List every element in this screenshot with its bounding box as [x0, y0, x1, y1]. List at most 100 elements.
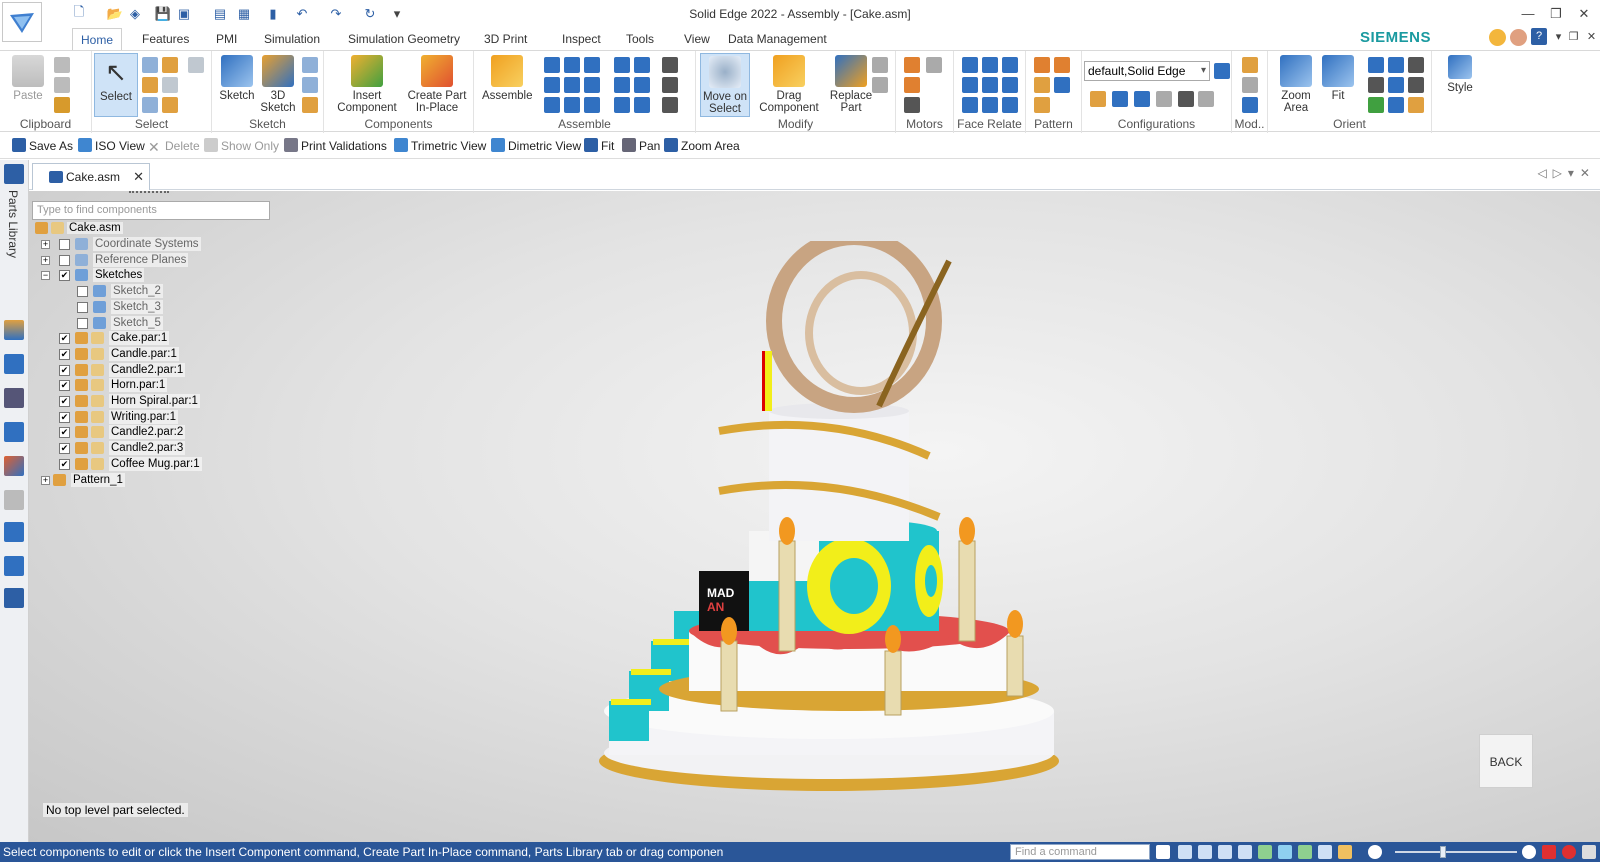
assemble-tool-11-icon[interactable] — [634, 77, 650, 93]
face-relate-9-icon[interactable] — [1002, 97, 1018, 113]
face-relate-7-icon[interactable] — [962, 97, 978, 113]
tab-inspect[interactable]: Inspect — [554, 28, 609, 50]
tree-checkbox[interactable]: ✔ — [59, 348, 70, 360]
doc-close-icon[interactable]: ✕ — [1583, 29, 1600, 46]
view-1-icon[interactable] — [1218, 845, 1232, 859]
show-only-button[interactable]: Show Only — [204, 137, 279, 155]
select-box-icon[interactable] — [162, 77, 178, 93]
pan-button[interactable]: Pan — [622, 137, 660, 155]
zoom-in-icon[interactable] — [1198, 845, 1212, 859]
zoom-slider[interactable] — [1395, 851, 1517, 853]
select-button[interactable]: ↖ Select — [94, 53, 138, 117]
fit-quick-button[interactable]: Fit — [584, 137, 614, 155]
smiley-icon[interactable] — [1489, 29, 1506, 46]
select-filter-icon[interactable] — [142, 77, 158, 93]
view-4-icon[interactable] — [1278, 845, 1292, 859]
mod-1-icon[interactable] — [1242, 57, 1258, 73]
assemble-tool-12-icon[interactable] — [662, 77, 678, 93]
feature-library-icon[interactable] — [4, 354, 24, 374]
copy-icon[interactable] — [54, 77, 70, 93]
tree-checkbox[interactable] — [77, 317, 88, 329]
assemble-tool-16-icon[interactable] — [614, 97, 630, 113]
select-tools-icon[interactable] — [142, 57, 158, 73]
tab-features[interactable]: Features — [134, 28, 197, 50]
app-logo-icon[interactable] — [2, 2, 42, 42]
tree-checkbox[interactable]: ✔ — [59, 396, 70, 407]
frown-icon[interactable] — [1510, 29, 1527, 46]
3d-sketch-button[interactable]: 3D Sketch — [258, 53, 298, 117]
tree-expander-icon[interactable]: + — [41, 475, 50, 485]
assemble-button[interactable]: Assemble — [482, 53, 533, 117]
tree-checkbox[interactable]: ✔ — [59, 364, 70, 376]
assemble-tool-18-icon[interactable] — [662, 97, 678, 113]
orient-3-icon[interactable] — [1408, 77, 1424, 93]
parts-library-icon[interactable] — [4, 164, 24, 184]
orient-2-icon[interactable] — [1388, 77, 1404, 93]
colors-icon[interactable] — [4, 456, 24, 476]
face-relate-5-icon[interactable] — [982, 77, 998, 93]
back-button[interactable]: BACK — [1479, 734, 1533, 788]
query-icon[interactable] — [188, 57, 204, 73]
tab-view[interactable]: View — [676, 28, 718, 50]
doc-restore-icon[interactable]: ❐ — [1565, 29, 1582, 46]
assemble-tool-3-icon[interactable] — [584, 57, 600, 73]
pattern-3-icon[interactable] — [1034, 77, 1050, 93]
face-relate-1-icon[interactable] — [962, 57, 978, 73]
select-group-icon[interactable] — [162, 97, 178, 113]
go-arrow-icon[interactable] — [1156, 845, 1170, 859]
fit-button[interactable]: Fit — [1320, 53, 1356, 117]
move-on-select-button[interactable]: Move on Select — [700, 53, 750, 117]
motor-2-icon[interactable] — [926, 57, 942, 73]
cake-model[interactable]: MAD AN — [549, 241, 1109, 801]
tree-checkbox[interactable]: ✔ — [59, 411, 70, 423]
tab-data-management[interactable]: Data Management — [720, 28, 835, 50]
tree-checkbox[interactable]: ✔ — [59, 443, 70, 455]
record-stop-icon[interactable] — [1562, 845, 1576, 859]
insert-component-button[interactable]: Insert Component — [334, 53, 400, 117]
assemble-tool-6-icon[interactable] — [662, 57, 678, 73]
format-painter-icon[interactable] — [54, 97, 70, 113]
tab-pmi[interactable]: PMI — [208, 28, 245, 50]
pattern-5-icon[interactable] — [1034, 97, 1050, 113]
relationship-icon[interactable] — [4, 556, 24, 576]
orient-5-icon[interactable] — [1388, 97, 1404, 113]
motor-3-icon[interactable] — [904, 77, 920, 93]
zoom-area-quick-button[interactable]: Zoom Area — [664, 137, 740, 155]
orient-6-icon[interactable] — [1408, 97, 1424, 113]
parts-library-tab[interactable]: Parts Library — [6, 190, 20, 258]
config-5-icon[interactable] — [1198, 91, 1214, 107]
tree-checkbox[interactable]: ✔ — [59, 333, 70, 345]
pathfinder-grip[interactable] — [129, 191, 169, 194]
orient-1-icon[interactable] — [1408, 57, 1424, 73]
tree-checkbox[interactable] — [77, 286, 88, 298]
close-icon[interactable]: ✕ — [1572, 4, 1596, 24]
tree-root[interactable]: Cake.asm — [35, 221, 123, 236]
minimize-icon[interactable]: — — [1516, 4, 1540, 24]
modify-tool-2-icon[interactable] — [872, 77, 888, 93]
mod-3-icon[interactable] — [1242, 97, 1258, 113]
tree-checkbox[interactable] — [59, 254, 70, 266]
link-icon[interactable] — [4, 490, 24, 510]
close-tab-icon[interactable]: ✕ — [133, 164, 144, 190]
select-parts-icon[interactable] — [162, 57, 178, 73]
document-tab[interactable]: Cake.asm ✕ — [32, 163, 150, 190]
sketch-button[interactable]: Sketch — [218, 53, 256, 117]
camera-icon[interactable] — [1178, 91, 1194, 107]
zoom-out-icon[interactable] — [1368, 845, 1382, 859]
tab-simulation[interactable]: Simulation — [256, 28, 328, 50]
help-icon[interactable]: ? — [1531, 28, 1547, 45]
graphics-viewport[interactable]: Type to find components MAD AN Cake.asm … — [29, 191, 1600, 842]
config-2-icon[interactable] — [1112, 91, 1128, 107]
assemble-tool-15-icon[interactable] — [584, 97, 600, 113]
rotate-icon[interactable] — [1368, 77, 1384, 93]
paste-button[interactable]: Paste — [8, 53, 48, 117]
motor-1-icon[interactable] — [904, 57, 920, 73]
config-1-icon[interactable] — [1090, 91, 1106, 107]
face-relate-3-icon[interactable] — [1002, 57, 1018, 73]
replace-part-button[interactable]: Replace Part — [826, 53, 876, 117]
tree-expander-icon[interactable]: − — [41, 271, 50, 281]
config-4-icon[interactable] — [1156, 91, 1172, 107]
view-5-icon[interactable] — [1298, 845, 1312, 859]
sketch-tool-1-icon[interactable] — [302, 57, 318, 73]
drag-component-button[interactable]: Drag Component — [754, 53, 824, 117]
